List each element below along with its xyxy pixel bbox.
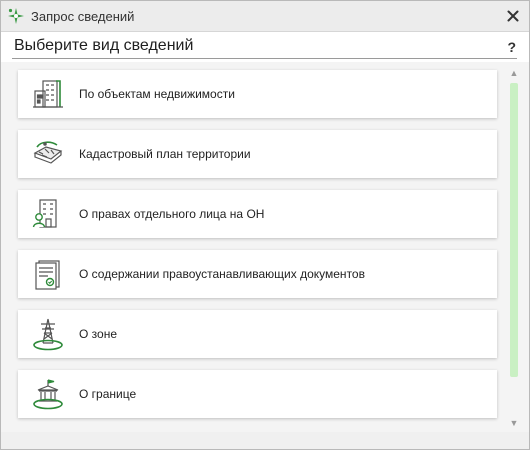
government-boundary-icon	[30, 376, 66, 412]
dialog-footer	[1, 432, 529, 449]
help-button[interactable]: ?	[507, 39, 516, 55]
list-item-label: О правах отдельного лица на ОН	[79, 207, 265, 221]
list-item-label: Кадастровый план территории	[79, 147, 251, 161]
list-item-person-rights[interactable]: О правах отдельного лица на ОН	[18, 190, 497, 238]
scroll-down-icon[interactable]: ▼	[509, 418, 519, 428]
scroll-up-icon[interactable]: ▲	[509, 68, 519, 78]
list-item-boundary[interactable]: О границе	[18, 370, 497, 418]
buildings-icon	[30, 76, 66, 112]
map-territory-icon	[30, 136, 66, 172]
document-stamp-icon	[30, 256, 66, 292]
list-item-real-estate[interactable]: По объектам недвижимости	[18, 70, 497, 118]
title-bar[interactable]: Запрос сведений	[1, 1, 529, 32]
list-item-label: О границе	[79, 387, 137, 401]
app-logo-icon	[6, 6, 26, 26]
close-icon	[507, 10, 519, 22]
page-title: Выберите вид сведений	[14, 37, 194, 54]
person-building-icon	[30, 196, 66, 232]
request-dialog: Запрос сведений Выберите вид сведений ?	[0, 0, 530, 450]
info-type-list: По объектам недвижимости Кадастровый пла…	[1, 62, 529, 432]
list-item-title-documents[interactable]: О содержании правоустанавливающих докуме…	[18, 250, 497, 298]
vertical-scrollbar[interactable]: ▲ ▼	[507, 62, 521, 432]
list-item-cadastral-plan[interactable]: Кадастровый план территории	[18, 130, 497, 178]
window-title: Запрос сведений	[31, 8, 135, 24]
list-item-label: По объектам недвижимости	[79, 87, 235, 101]
dialog-header: Выберите вид сведений ?	[1, 32, 529, 62]
list-item-label: О содержании правоустанавливающих докуме…	[79, 267, 365, 281]
scrollbar-thumb[interactable]	[510, 83, 518, 377]
header-divider	[12, 58, 517, 59]
close-button[interactable]	[505, 8, 521, 24]
list-item-label: О зоне	[79, 327, 118, 341]
power-tower-zone-icon	[30, 316, 66, 352]
list-item-zone[interactable]: О зоне	[18, 310, 497, 358]
